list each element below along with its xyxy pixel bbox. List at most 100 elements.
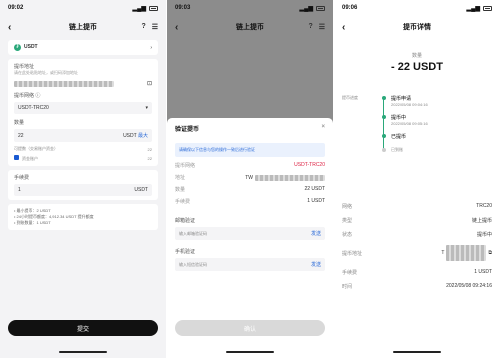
phone-label: 手机验证 [175,249,196,255]
status-bar: 09:03 ▂▄▆ [167,0,333,16]
withdraw-screen: 09:02 ▂▄▆ ‹ 链上提币 ? ☰ ₮ USDT › 提币地址 请在此处粘贴地… [0,0,166,358]
address-key: 地址 [175,175,186,181]
close-icon[interactable]: × [321,124,325,133]
step-apply: 提币申请 2022/05/08 09:04:16 [382,95,428,107]
notice-banner: 请确保以下信息与您的操作一致后进行验证 [175,143,325,157]
step-processing: 提币中 2022/05/08 09:05:16 [382,114,428,126]
battery-icon [483,5,492,11]
fund-checkbox[interactable] [14,155,19,160]
amount-value: 22 [18,132,24,139]
nav-bar: ‹ 链上提币 ? ☰ [0,16,166,38]
amount-val: 22 USDT [304,186,325,192]
coin-name: USDT [24,44,38,50]
page-title: 链上提币 [236,24,264,31]
network-value: USDT-TRC20 [18,105,49,111]
fund-value: 22 [147,156,152,161]
amount-value: - 22 USDT [391,61,443,73]
fund-label: 资金账户 [22,156,38,161]
network-select[interactable]: USDT-TRC20 ▾ [14,102,152,114]
chevron-right-icon: › [150,44,152,51]
usdt-icon: ₮ [14,44,21,51]
detail-row: 手续费 1 USDT [342,269,492,276]
fee-field: 1 USDT [14,184,152,196]
sms-placeholder: 输入短信验证码 [179,261,207,267]
address-val: TW [245,174,253,181]
verify-screen: 09:03 ▂▄▆ ‹ 链上提币 ? ☰ 验证提币 × 请确保以下信息与您的操作一… [167,0,333,358]
address-input[interactable] [14,80,114,87]
network-label: 提币网络 ⓘ [14,93,41,99]
back-icon[interactable]: ‹ [175,22,178,33]
fee-card: 手续费 1 USDT [8,170,158,200]
fee-label: 手续费 [14,175,30,181]
page-title: 提币详情 [403,24,431,31]
progress-timeline: 提币进度 提币申请 2022/05/08 09:04:16 提币中 2022/05/… [342,95,492,159]
nav-bar: ‹ 链上提币 ? ☰ [167,16,333,38]
history-icon[interactable]: ☰ [152,23,158,31]
signal-icon: ▂▄▆ [466,5,480,12]
detail-list: 网络 TRC20 类型 链上提币 状态 提币中 提币地址 T ⧉ 手续费 1 USDT 时间… [334,199,500,293]
battery-icon [316,5,325,11]
amount-key: 数量 [175,187,186,193]
address-hint: 请在此处粘贴地址，或扫码添加地址 [14,70,78,75]
fee-value: 1 [18,187,21,193]
email-send-button[interactable]: 发送 [311,230,321,237]
fee-unit: USDT [134,187,148,193]
status-bar: 09:06 ▂▄▆ [334,0,500,16]
detail-screen: 09:06 ▂▄▆ ‹ 提币详情 数量 - 22 USDT 提币进度 提币申请 2… [334,0,500,358]
status-time: 09:02 [8,5,24,11]
battery-icon [149,5,158,11]
address-blur [446,245,487,261]
amount-input[interactable]: 22 USDT 最大 [14,129,152,142]
max-button[interactable]: 最大 [138,133,148,139]
form-card: 提币地址 请在此处粘贴地址，或扫码添加地址 ⊡ 提币网络 ⓘ USDT-TRC2… [8,59,158,166]
available-value: 22 [147,146,152,152]
email-placeholder: 输入邮箱验证码 [179,230,207,236]
home-indicator [393,351,441,353]
available-label: 可提数（交易账户资金） [14,146,58,151]
detail-row: 提币地址 T ⧉ [342,241,492,265]
home-indicator [59,351,107,353]
chevron-down-icon: ▾ [145,105,148,111]
back-icon[interactable]: ‹ [342,22,345,33]
status-bar: 09:02 ▂▄▆ [0,0,166,16]
email-label: 邮箱验证 [175,218,196,224]
progress-label: 提币进度 [342,95,358,100]
info-card: • 最小提币：2 USDT • 24小时提币额度：4,912.34 USDT 提… [8,204,158,230]
nav-bar: ‹ 提币详情 [334,16,500,38]
detail-row: 网络 TRC20 [342,203,492,210]
status-time: 09:06 [342,5,358,11]
scan-icon[interactable]: ⊡ [147,80,152,87]
sms-send-button[interactable]: 发送 [311,261,321,268]
email-code-input[interactable]: 输入邮箱验证码 发送 [175,227,325,240]
help-icon[interactable]: ? [308,23,312,31]
status-time: 09:03 [175,5,191,11]
detail-row: 类型 链上提币 [342,217,492,224]
step-arrived: 已到账 [382,147,428,153]
step-sent: 已提币 [382,133,428,140]
amount-unit: USDT [123,133,137,139]
signal-icon: ▂▄▆ [299,5,313,12]
page-title: 链上提币 [69,24,97,31]
info-receive: • 到账数量：1 USDT [14,220,51,225]
back-icon[interactable]: ‹ [8,22,11,33]
help-icon[interactable]: ? [141,23,145,31]
copy-icon[interactable]: ⧉ [488,250,492,256]
network-key: 提币网络 [175,163,196,169]
submit-button[interactable]: 提交 [8,320,158,336]
history-icon[interactable]: ☰ [319,23,325,31]
home-indicator [226,351,274,353]
detail-row: 时间 2022/05/08 09:24:16 [342,283,492,290]
sheet-title: 验证提币 [175,127,200,133]
fee-key: 手续费 [175,199,191,205]
network-val: USDT-TRC20 [294,162,325,168]
signal-icon: ▂▄▆ [132,5,146,12]
sms-code-input[interactable]: 输入短信验证码 发送 [175,258,325,271]
amount-label: 数量 [14,120,25,126]
coin-selector[interactable]: ₮ USDT › [8,40,158,55]
amount-label: 数量 [411,53,422,59]
detail-row: 状态 提币中 [342,231,492,238]
address-blur [255,174,325,181]
confirm-button[interactable]: 确认 [175,320,325,336]
fee-val: 1 USDT [307,198,325,204]
address-label: 提币地址 [14,64,35,70]
